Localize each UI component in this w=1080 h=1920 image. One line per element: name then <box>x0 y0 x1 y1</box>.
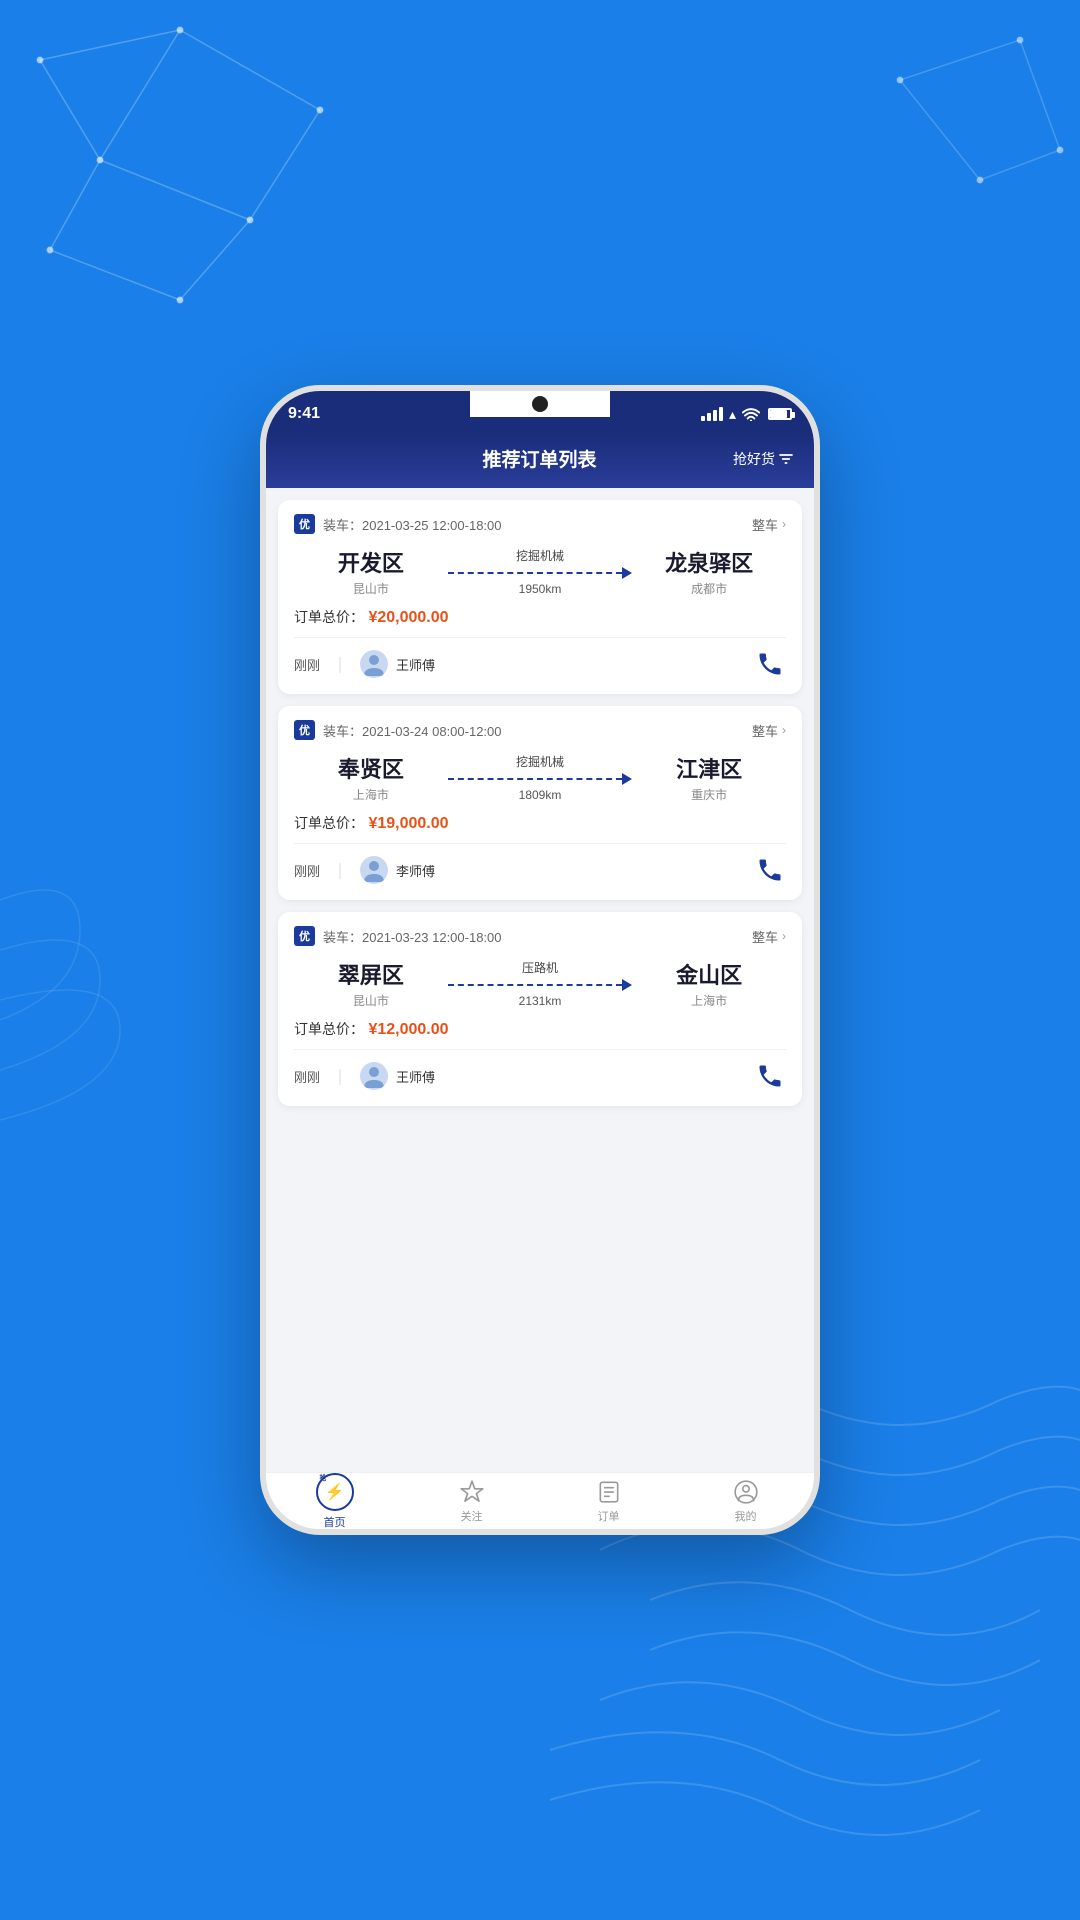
driver-info-3: 刚刚 ｜ 王师傅 <box>294 1062 435 1090</box>
price-value-1: ¥20,000.00 <box>368 609 448 626</box>
origin-2: 奉贤区 上海市 <box>294 752 448 803</box>
wifi-icon: ▴️ <box>729 406 736 423</box>
card-header-3: 优 装车：2021-03-23 12:00-18:00 整车 › <box>294 926 786 946</box>
route-arrow-1 <box>448 567 633 579</box>
filter-icon <box>778 451 794 467</box>
orders-icon <box>596 1479 622 1505</box>
chevron-right-icon: › <box>782 517 786 531</box>
nav-item-orders[interactable]: 订单 <box>540 1479 677 1524</box>
load-time-3: 装车：2021-03-23 12:00-18:00 <box>323 927 502 946</box>
price-section-3: 订单总价： ¥12,000.00 <box>294 1019 786 1039</box>
filter-label: 抢好货 <box>733 449 775 469</box>
route-middle-3: 压路机 2131km <box>448 959 633 1008</box>
signal-icon <box>701 407 723 421</box>
follow-icon <box>459 1479 485 1505</box>
priority-badge-3: 优 <box>294 926 315 946</box>
nav-label-mine: 我的 <box>735 1508 757 1524</box>
route-section-2: 奉贤区 上海市 挖掘机械 1809km 江津区 重庆市 <box>294 752 786 803</box>
origin-3: 翠屏区 昆山市 <box>294 958 448 1009</box>
price-section-2: 订单总价： ¥19,000.00 <box>294 813 786 833</box>
cargo-type-2: 整车 › <box>752 721 786 740</box>
nav-label-follow: 关注 <box>461 1508 483 1524</box>
driver-avatar-2 <box>360 856 388 884</box>
driver-section-3: 刚刚 ｜ 王师傅 <box>294 1049 786 1092</box>
destination-2: 江津区 重庆市 <box>632 752 786 803</box>
card-header-1: 优 装车：2021-03-25 12:00-18:00 整车 › <box>294 514 786 534</box>
page-title: 推荐订单列表 <box>346 445 733 472</box>
nav-label-home: 首页 <box>324 1514 346 1530</box>
price-value-3: ¥12,000.00 <box>368 1021 448 1038</box>
route-section-3: 翠屏区 昆山市 压路机 2131km 金山区 上海市 <box>294 958 786 1009</box>
route-arrow-2 <box>448 773 633 785</box>
call-button-3[interactable] <box>754 1060 786 1092</box>
call-button-2[interactable] <box>754 854 786 886</box>
nav-item-home[interactable]: 抢 ⚡ 首页 <box>266 1473 403 1530</box>
filter-action[interactable]: 抢好货 <box>733 449 794 469</box>
notch <box>470 391 610 417</box>
route-arrow-3 <box>448 979 633 991</box>
origin-1: 开发区 昆山市 <box>294 546 448 597</box>
order-card[interactable]: 优 装车：2021-03-25 12:00-18:00 整车 › 开发区 昆山市… <box>278 500 802 694</box>
driver-info-1: 刚刚 ｜ 王师傅 <box>294 650 435 678</box>
destination-3: 金山区 上海市 <box>632 958 786 1009</box>
cargo-type-3: 整车 › <box>752 927 786 946</box>
driver-section-2: 刚刚 ｜ 李师傅 <box>294 843 786 886</box>
route-middle-2: 挖掘机械 1809km <box>448 753 633 802</box>
order-card-3[interactable]: 优 装车：2021-03-23 12:00-18:00 整车 › 翠屏区 昆山市… <box>278 912 802 1106</box>
chevron-right-icon-2: › <box>782 723 786 737</box>
app-header: 推荐订单列表 抢好货 <box>266 433 814 488</box>
nav-label-orders: 订单 <box>598 1508 620 1524</box>
nav-item-mine[interactable]: 我的 <box>677 1479 814 1524</box>
priority-badge: 优 <box>294 514 315 534</box>
call-button-1[interactable] <box>754 648 786 680</box>
load-time-2: 装车：2021-03-24 08:00-12:00 <box>323 721 502 740</box>
chevron-right-icon-3: › <box>782 929 786 943</box>
status-time: 9:41 <box>288 405 320 423</box>
order-list: 优 装车：2021-03-25 12:00-18:00 整车 › 开发区 昆山市… <box>266 488 814 1472</box>
order-card-2[interactable]: 优 装车：2021-03-24 08:00-12:00 整车 › 奉贤区 上海市… <box>278 706 802 900</box>
cargo-type: 整车 › <box>752 515 786 534</box>
mine-icon <box>733 1479 759 1505</box>
driver-avatar-1 <box>360 650 388 678</box>
destination-1: 龙泉驿区 成都市 <box>632 546 786 597</box>
price-value-2: ¥19,000.00 <box>368 815 448 832</box>
bottom-nav: 抢 ⚡ 首页 关注 订单 <box>266 1472 814 1530</box>
driver-avatar-3 <box>360 1062 388 1090</box>
nav-item-follow[interactable]: 关注 <box>403 1479 540 1524</box>
driver-info-2: 刚刚 ｜ 李师傅 <box>294 856 435 884</box>
driver-section-1: 刚刚 ｜ 王师傅 <box>294 637 786 680</box>
price-section-1: 订单总价： ¥20,000.00 <box>294 607 786 627</box>
battery-icon <box>768 408 792 420</box>
status-icons: ▴️ <box>701 406 792 423</box>
load-time: 装车：2021-03-25 12:00-18:00 <box>323 515 502 534</box>
wifi-icon <box>742 407 760 421</box>
route-middle-1: 挖掘机械 1950km <box>448 547 633 596</box>
route-section-1: 开发区 昆山市 挖掘机械 1950km 龙泉驿区 成都市 <box>294 546 786 597</box>
priority-badge-2: 优 <box>294 720 315 740</box>
home-icon: 抢 ⚡ <box>316 1473 354 1511</box>
phone-frame: 9:41 ▴️ 推荐订单列表 抢好货 <box>260 385 820 1535</box>
card-header-2: 优 装车：2021-03-24 08:00-12:00 整车 › <box>294 720 786 740</box>
